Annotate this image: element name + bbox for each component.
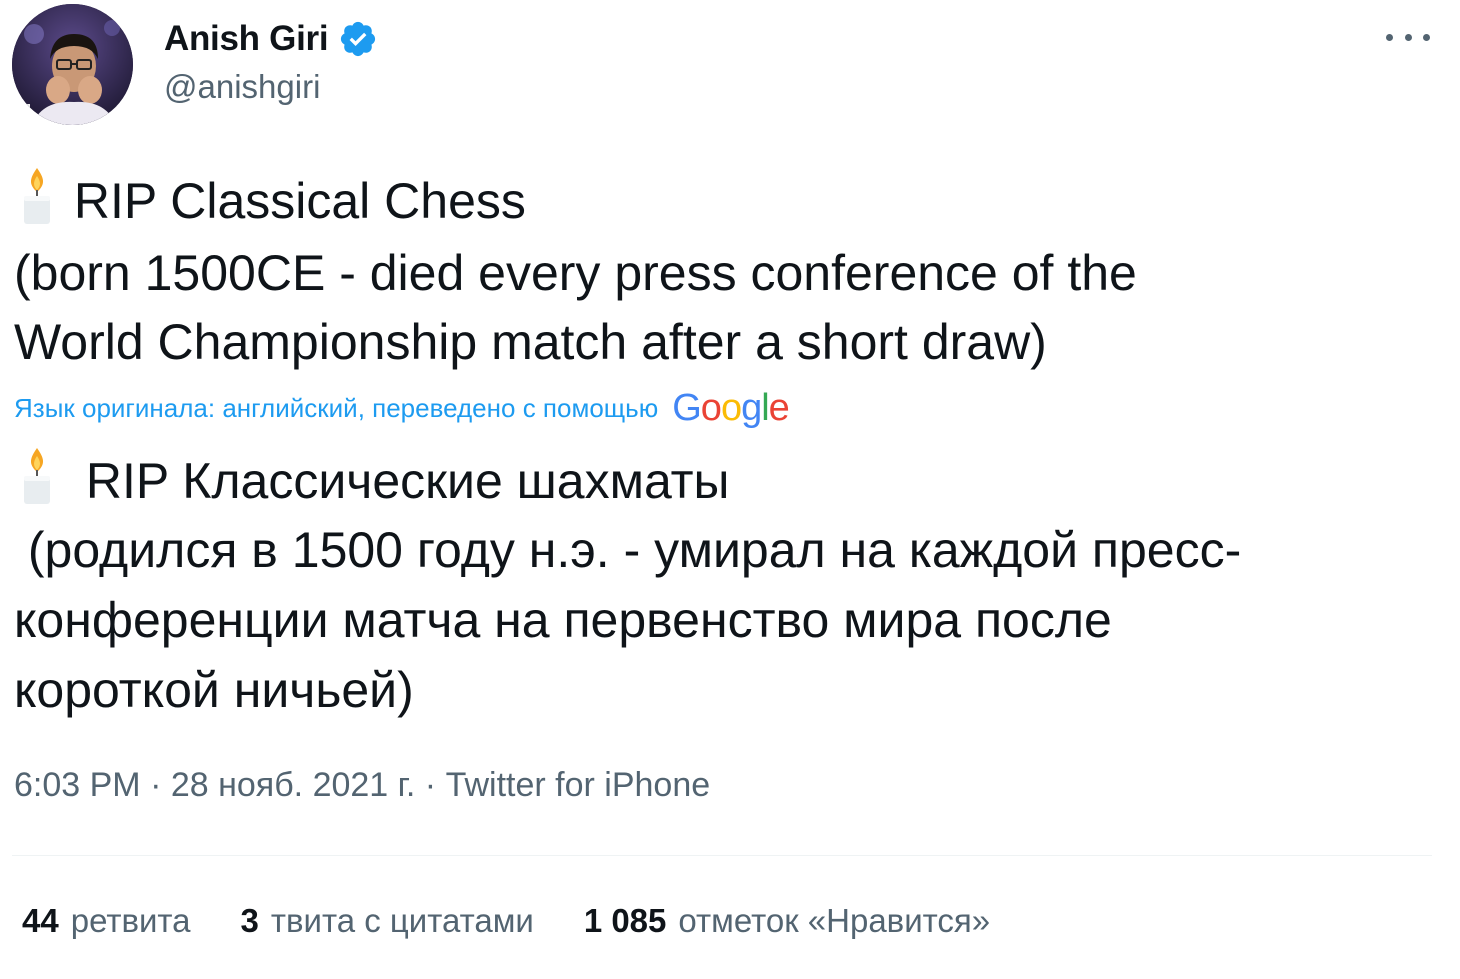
quotes-label: твита с цитатами	[270, 902, 534, 939]
tweet-source[interactable]: Twitter for iPhone	[446, 766, 711, 804]
profile-photo-icon	[12, 4, 133, 125]
more-options-icon[interactable]	[1386, 24, 1430, 50]
quotes-stat[interactable]: 3 твита с цитатами	[241, 902, 534, 940]
translation-notice[interactable]: Язык оригинала: английский, переведено с…	[14, 386, 790, 429]
tweet-card: Anish Giri @anishgiri RIP Classical Ches…	[0, 0, 1460, 979]
google-logo: Google	[672, 386, 790, 429]
candle-icon	[24, 168, 50, 224]
tweet-translated-text-2: (родился в 1500 году н.э. - умирал на ка…	[14, 522, 1242, 578]
meta-separator: ·	[140, 766, 171, 804]
author-name-row[interactable]: Anish Giri	[164, 16, 378, 62]
likes-stat[interactable]: 1 085 отметок «Нравится»	[584, 902, 990, 940]
tweet-date[interactable]: 28 нояб. 2021 г.	[171, 766, 416, 804]
author-handle[interactable]: @anishgiri	[164, 68, 320, 106]
tweet-time[interactable]: 6:03 PM	[14, 766, 141, 804]
retweets-count: 44	[22, 902, 59, 939]
likes-label: отметок «Нравится»	[678, 902, 991, 939]
quotes-count: 3	[240, 902, 259, 939]
likes-count: 1 085	[583, 902, 667, 939]
tweet-translated-text-4: короткой ничьей)	[14, 662, 414, 718]
tweet-original-text-2: (born 1500CE - died every press conferen…	[14, 245, 1137, 301]
candle-icon	[24, 448, 50, 504]
tweet-original-text-3: World Championship match after a short d…	[14, 314, 1047, 370]
meta-separator: ·	[415, 766, 446, 804]
tweet-original-text-1: RIP Classical Chess	[73, 173, 526, 229]
avatar[interactable]	[12, 4, 133, 125]
tweet-meta: 6:03 PM · 28 нояб. 2021 г. · Twitter for…	[14, 766, 710, 805]
tweet-stats: 44 ретвита 3 твита с цитатами 1 085 отме…	[22, 896, 1040, 946]
divider	[12, 855, 1432, 856]
tweet-translated-text-3: конференции матча на первенство мира пос…	[14, 592, 1112, 648]
author-display-name[interactable]: Anish Giri	[164, 19, 329, 59]
tweet-text-line-1: RIP Classical Chess	[14, 166, 526, 236]
verified-badge-icon	[341, 21, 376, 57]
translation-notice-text[interactable]: Язык оригинала: английский, переведено с…	[14, 393, 658, 424]
retweets-stat[interactable]: 44 ретвита	[22, 902, 191, 940]
tweet-translated-text-1: RIP Классические шахматы	[85, 453, 730, 509]
tweet-translated-line-1: RIP Классические шахматы	[14, 446, 730, 516]
retweets-label: ретвита	[70, 902, 191, 939]
